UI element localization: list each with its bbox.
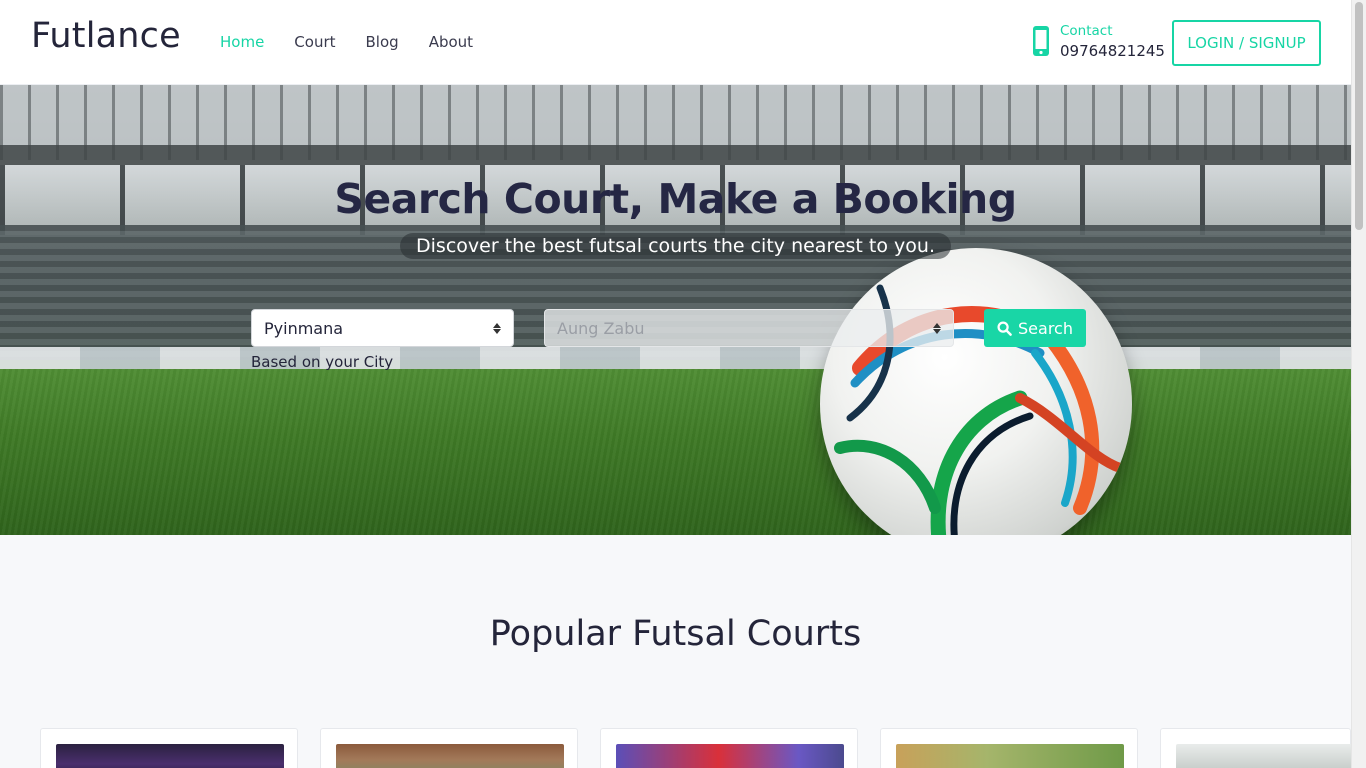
contact-label: Contact: [1060, 23, 1113, 39]
hero-title: Search Court, Make a Booking: [334, 175, 1017, 223]
court-image: [616, 744, 844, 768]
nav-blog[interactable]: Blog: [366, 33, 399, 51]
court-card[interactable]: [880, 728, 1138, 768]
nav-about[interactable]: About: [429, 33, 473, 51]
city-select[interactable]: Pyinmana: [251, 309, 514, 347]
court-card[interactable]: [40, 728, 298, 768]
contact-block: Contact 09764821245: [1032, 23, 1165, 62]
nav-home[interactable]: Home: [220, 33, 264, 51]
logo[interactable]: Futlance: [31, 16, 181, 56]
court-image: [56, 744, 284, 768]
search-icon: [997, 320, 1012, 336]
court-image: [336, 744, 564, 768]
sort-arrows-icon: [493, 322, 501, 334]
login-signup-button[interactable]: LOGIN / SIGNUP: [1172, 20, 1321, 66]
sort-arrows-icon: [933, 322, 941, 334]
city-select-value: Pyinmana: [264, 318, 344, 338]
phone-icon: [1033, 26, 1049, 56]
page: Futlance Home Court Blog About Contact 0…: [0, 0, 1351, 768]
pitch-grass: [0, 369, 1351, 535]
township-select-value: Aung Zabu: [557, 318, 645, 338]
popular-courts-title: Popular Futsal Courts: [489, 614, 862, 654]
court-card[interactable]: [1160, 728, 1351, 768]
city-hint: Based on your City: [251, 353, 394, 371]
court-card[interactable]: [320, 728, 578, 768]
scrollbar-thumb[interactable]: [1355, 2, 1363, 230]
stadium-roof-beam: [0, 145, 1351, 165]
court-image: [896, 744, 1124, 768]
contact-number[interactable]: 09764821245: [1060, 40, 1165, 62]
search-button-label: Search: [1018, 318, 1073, 338]
page-scrollbar[interactable]: [1351, 0, 1366, 768]
nav-court[interactable]: Court: [294, 33, 335, 51]
main-nav: Home Court Blog About: [220, 33, 503, 51]
advertising-boards: [0, 347, 1351, 369]
court-image: [1176, 744, 1351, 768]
hero-subtitle: Discover the best futsal courts the city…: [400, 233, 951, 259]
header: Futlance Home Court Blog About Contact 0…: [0, 0, 1351, 85]
court-card[interactable]: [600, 728, 858, 768]
hero-banner: Search Court, Make a Booking Discover th…: [0, 85, 1351, 535]
hero-subtitle-wrap: Discover the best futsal courts the city…: [0, 233, 1351, 259]
township-select[interactable]: Aung Zabu: [544, 309, 954, 347]
search-button[interactable]: Search: [984, 309, 1086, 347]
